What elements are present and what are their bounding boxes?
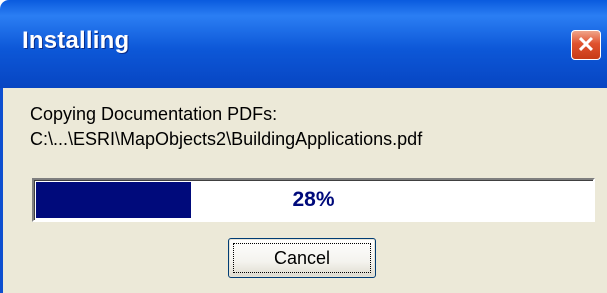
close-icon: ✕ [576, 32, 596, 57]
status-message: Copying Documentation PDFs: [30, 104, 278, 124]
focus-rectangle [233, 243, 371, 273]
progress-bar: 28% [32, 178, 595, 222]
file-path: C:\...\ESRI\MapObjects2\BuildingApplicat… [30, 129, 423, 149]
title-bar[interactable]: Installing ✕ [0, 0, 607, 88]
window-title: Installing [22, 27, 130, 54]
close-button[interactable]: ✕ [571, 30, 601, 60]
cancel-button[interactable]: Cancel [228, 238, 376, 278]
installer-dialog: Installing ✕ Copying Documentation PDFs:… [0, 0, 607, 293]
progress-percent: 28% [292, 188, 335, 211]
